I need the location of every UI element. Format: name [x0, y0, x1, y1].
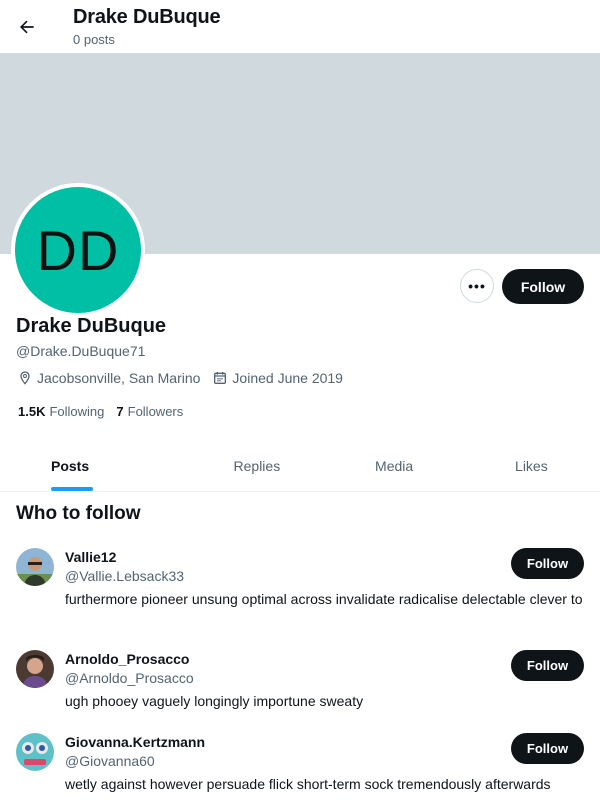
suggestion-name[interactable]: Giovanna.Kertzmann [65, 734, 205, 750]
avatar[interactable] [16, 733, 54, 771]
header-title: Drake DuBuque [73, 6, 221, 28]
more-options-button[interactable]: ••• [460, 269, 494, 303]
suggestion-name[interactable]: Arnoldo_Prosacco [65, 651, 189, 667]
suggestion-handle: @Vallie.Lebsack33 [65, 568, 185, 584]
follow-button[interactable]: Follow [502, 269, 584, 304]
post-count: 0 posts [73, 32, 115, 47]
location-icon [17, 370, 33, 386]
suggestion-handle: @Arnoldo_Prosacco [65, 670, 194, 686]
profile-tabs: Posts Replies Media Likes [0, 440, 600, 492]
back-button[interactable] [10, 10, 44, 44]
following-label: Following [49, 404, 105, 419]
calendar-icon [212, 370, 228, 386]
follow-button[interactable]: Follow [511, 733, 584, 764]
avatar-initials: DD [36, 218, 120, 282]
suggestion-name[interactable]: Vallie12 [65, 549, 116, 565]
tab-media[interactable]: Media [326, 440, 463, 491]
following-link[interactable]: 1.5K Following [18, 404, 104, 419]
followers-label: Followers [127, 404, 184, 419]
active-tab-indicator [51, 487, 93, 491]
profile-avatar[interactable]: DD [11, 183, 145, 317]
profile-meta: Jacobsonville, San Marino Joined June 20… [17, 370, 343, 386]
suggestion-bio: furthermore pioneer unsung optimal acros… [65, 591, 583, 607]
tab-posts[interactable]: Posts [0, 440, 188, 491]
who-to-follow-title: Who to follow [16, 503, 141, 524]
avatar[interactable] [16, 548, 54, 586]
top-bar: Drake DuBuque 0 posts [0, 0, 600, 53]
profile-joined-date: Joined June 2019 [232, 370, 343, 386]
follow-counts: 1.5K Following 7 Followers [18, 404, 183, 419]
profile-location: Jacobsonville, San Marino [37, 370, 201, 386]
profile-handle: @Drake.DuBuque71 [16, 343, 146, 359]
followers-count: 7 [116, 404, 124, 419]
avatar[interactable] [16, 650, 54, 688]
suggestion-handle: @Giovanna60 [65, 753, 155, 769]
tab-replies-label: Replies [233, 457, 281, 474]
following-count: 1.5K [18, 404, 46, 419]
suggestion-bio: wetly against however persuade flick sho… [65, 776, 551, 792]
suggestion-bio: ugh phooey vaguely longingly importune s… [65, 693, 364, 709]
arrow-left-icon [20, 20, 34, 34]
profile-name: Drake DuBuque [16, 315, 167, 337]
follow-button[interactable]: Follow [511, 650, 584, 681]
tab-posts-label: Posts [51, 457, 90, 474]
more-icon: ••• [468, 278, 486, 294]
tab-likes-label: Likes [515, 457, 548, 474]
tab-media-label: Media [375, 457, 414, 474]
followers-link[interactable]: 7 Followers [116, 404, 183, 419]
tab-likes[interactable]: Likes [463, 440, 600, 491]
follow-button[interactable]: Follow [511, 548, 584, 579]
tab-replies[interactable]: Replies [188, 440, 325, 491]
